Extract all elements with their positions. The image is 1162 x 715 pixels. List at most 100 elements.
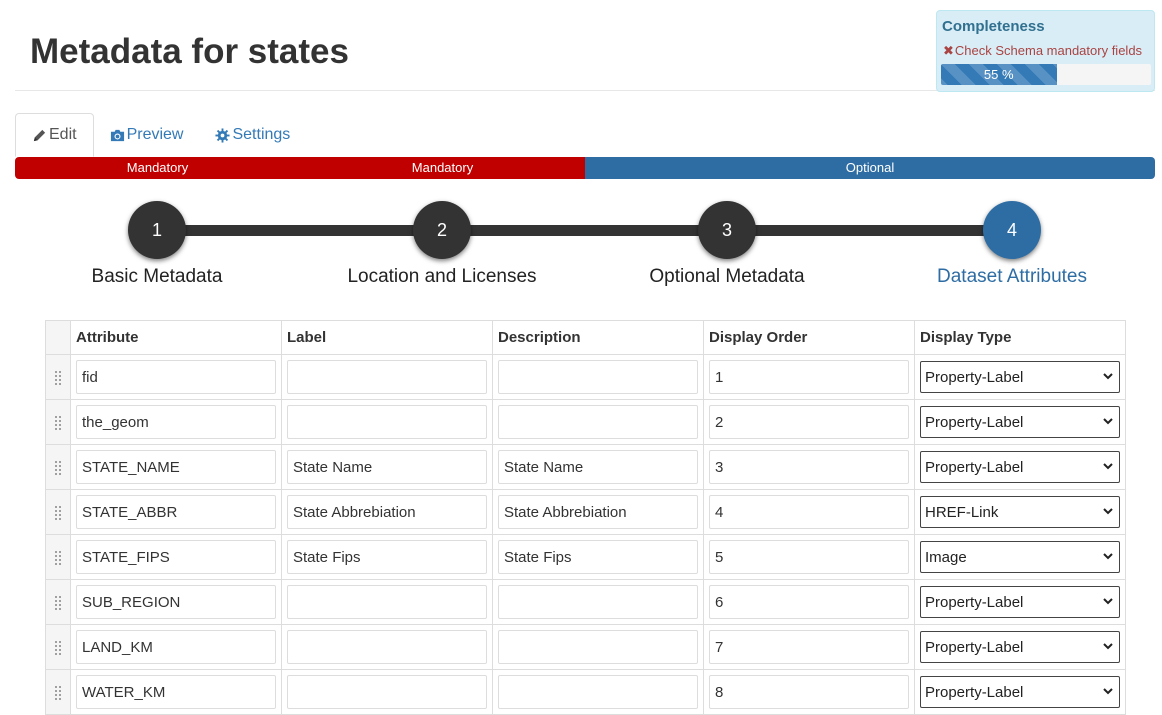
display-order-input[interactable] [709,450,909,484]
label-cell [281,534,493,580]
description-input[interactable] [498,630,698,664]
display-order-input[interactable] [709,360,909,394]
drag-handle-icon [54,594,62,611]
attribute-input[interactable] [76,675,276,709]
drag-handle[interactable] [45,354,71,400]
display-type-select[interactable]: Property-Label [920,361,1120,393]
display-order-input[interactable] [709,540,909,574]
drag-handle[interactable] [45,624,71,670]
tab-preview[interactable]: Preview [94,113,200,157]
column-header-display-type: Display Type [914,320,1126,355]
display-type-select-wrap: Property-Label [920,676,1120,708]
display-order-cell [703,669,915,715]
display-order-cell [703,354,915,400]
tab-settings[interactable]: Settings [199,113,306,157]
display-type-select[interactable]: Property-Label [920,631,1120,663]
description-input[interactable] [498,405,698,439]
description-input[interactable] [498,675,698,709]
display-type-cell: Property-Label [914,399,1126,445]
label-input[interactable] [287,540,487,574]
wizard-step-label-4[interactable]: Dataset Attributes [882,266,1142,288]
x-icon: ✖ [943,43,954,58]
attribute-input[interactable] [76,495,276,529]
label-input[interactable] [287,405,487,439]
wizard-step-label-2[interactable]: Location and Licenses [312,266,572,288]
wizard-step-label-3[interactable]: Optional Metadata [597,266,857,288]
attribute-input[interactable] [76,630,276,664]
camera-icon [110,128,125,143]
display-type-select[interactable]: Property-Label [920,676,1120,708]
description-input[interactable] [498,540,698,574]
wizard-step-label-1[interactable]: Basic Metadata [27,266,287,288]
display-type-cell: Property-Label [914,579,1126,625]
drag-handle-header [45,320,71,355]
label-cell [281,624,493,670]
tab-edit[interactable]: Edit [15,113,94,157]
column-header-label: Label [281,320,493,355]
display-order-input[interactable] [709,630,909,664]
display-order-cell [703,399,915,445]
label-input[interactable] [287,585,487,619]
label-input[interactable] [287,675,487,709]
wizard-step-3[interactable]: 3 [698,201,756,259]
segment-mandatory-location: Mandatory [300,157,585,179]
display-order-input[interactable] [709,405,909,439]
attribute-input[interactable] [76,360,276,394]
label-input[interactable] [287,630,487,664]
drag-handle[interactable] [45,669,71,715]
drag-handle[interactable] [45,534,71,580]
completeness-message[interactable]: ✖Check Schema mandatory fields [943,43,1142,59]
display-type-select-wrap: Property-Label [920,586,1120,618]
display-type-select[interactable]: Property-Label [920,586,1120,618]
wizard-step-4[interactable]: 4 [983,201,1041,259]
drag-handle[interactable] [45,399,71,445]
attribute-input[interactable] [76,585,276,619]
segment-mandatory-basic: Mandatory [15,157,300,179]
table-row: HREF-Link [45,489,1126,535]
completeness-title: Completeness [942,18,1045,35]
display-order-cell [703,579,915,625]
display-type-select[interactable]: Property-Label [920,451,1120,483]
description-input[interactable] [498,360,698,394]
attribute-cell [70,399,282,445]
attribute-input[interactable] [76,540,276,574]
completeness-progress-fill: 55 % [941,64,1057,85]
attribute-input[interactable] [76,450,276,484]
description-input[interactable] [498,495,698,529]
display-order-cell [703,489,915,535]
description-input[interactable] [498,585,698,619]
description-input[interactable] [498,450,698,484]
display-type-cell: Property-Label [914,444,1126,490]
wizard-step-2[interactable]: 2 [413,201,471,259]
display-type-select[interactable]: HREF-Link [920,496,1120,528]
label-input[interactable] [287,495,487,529]
segment-optional: Optional [585,157,1155,179]
label-cell [281,579,493,625]
display-type-select[interactable]: Property-Label [920,406,1120,438]
label-cell [281,354,493,400]
label-input[interactable] [287,360,487,394]
wizard-step-1[interactable]: 1 [128,201,186,259]
display-type-select[interactable]: Image [920,541,1120,573]
description-cell [492,534,704,580]
attribute-input[interactable] [76,405,276,439]
attribute-cell [70,534,282,580]
display-order-input[interactable] [709,495,909,529]
display-order-input[interactable] [709,675,909,709]
description-cell [492,669,704,715]
section-progress-bar: Mandatory Mandatory Optional [15,157,1155,179]
drag-handle[interactable] [45,579,71,625]
display-order-cell [703,534,915,580]
attribute-cell [70,489,282,535]
drag-handle[interactable] [45,444,71,490]
display-type-select-wrap: Property-Label [920,361,1120,393]
display-type-cell: Property-Label [914,669,1126,715]
label-input[interactable] [287,450,487,484]
description-cell [492,399,704,445]
drag-handle[interactable] [45,489,71,535]
display-type-cell: Property-Label [914,354,1126,400]
description-cell [492,579,704,625]
description-cell [492,624,704,670]
display-order-input[interactable] [709,585,909,619]
table-header-row: Attribute Label Description Display Orde… [45,320,1126,355]
